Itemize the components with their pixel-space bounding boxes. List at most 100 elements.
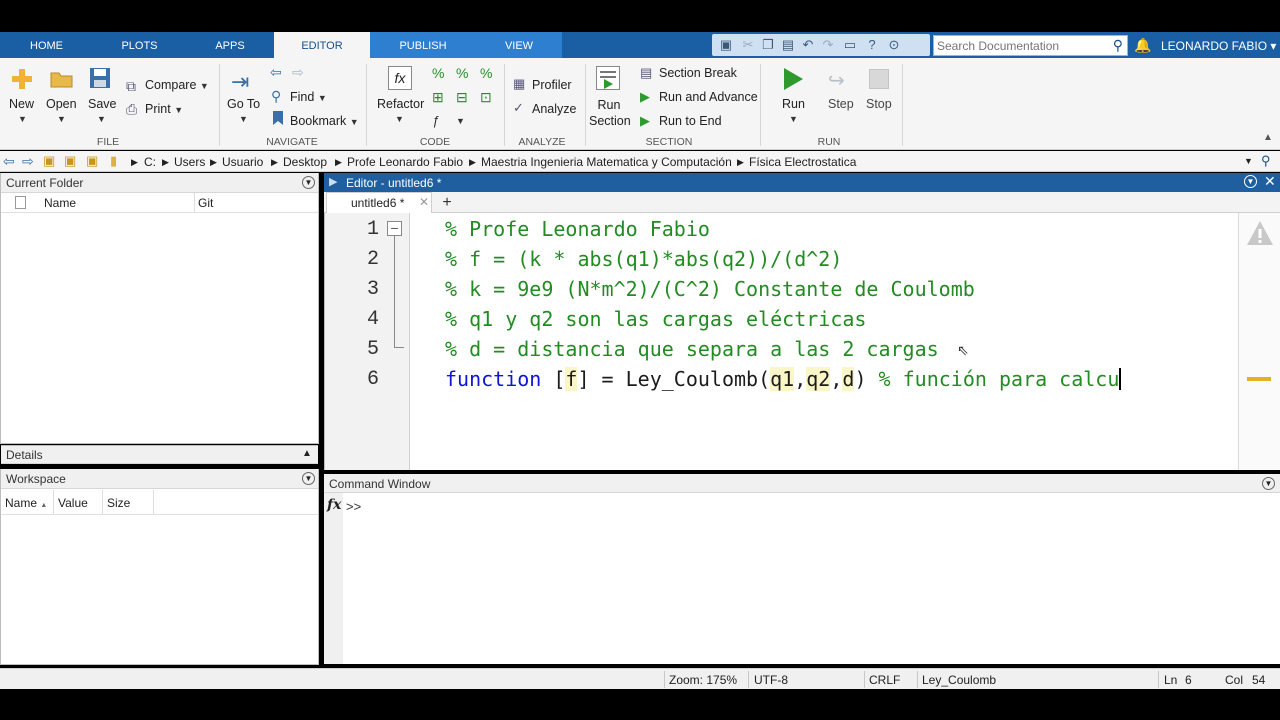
column-header-size[interactable]: Size	[107, 496, 130, 510]
warning-triangle-icon[interactable]	[1245, 219, 1275, 247]
warning-marker[interactable]	[1247, 377, 1271, 381]
column-header-value[interactable]: Value	[58, 496, 88, 510]
function-browser-fx-icon[interactable]: fx	[327, 497, 341, 513]
paste-icon[interactable]: ▤	[780, 37, 796, 53]
panel-menu-icon[interactable]: ▼	[302, 176, 315, 189]
path-segment[interactable]: C:	[144, 155, 156, 169]
chevron-down-icon[interactable]: ▼	[456, 116, 465, 126]
redo-icon[interactable]: ↷	[820, 37, 836, 53]
new-button[interactable]: New	[9, 97, 34, 111]
folder-up-icon[interactable]: ▣	[43, 153, 55, 169]
undo-icon[interactable]: ↶	[800, 37, 816, 53]
forward-arrow-icon[interactable]: ⇨	[292, 64, 304, 81]
tab-publish[interactable]: PUBLISH	[370, 32, 476, 58]
command-window-title-bar: Command Window ▼	[324, 474, 1280, 493]
options-icon[interactable]: ⊙	[886, 37, 902, 53]
path-segment[interactable]: Física Electrostatica	[749, 155, 856, 169]
command-window-area[interactable]	[324, 493, 1280, 664]
path-segment[interactable]: Profe Leonardo Fabio	[347, 155, 463, 169]
browse-folder-icon[interactable]: ▣	[86, 153, 98, 169]
close-tab-icon[interactable]: ✕	[419, 195, 429, 209]
expand-arrow-icon[interactable]: ▶	[329, 175, 337, 188]
path-segment[interactable]: Users	[174, 155, 205, 169]
column-header-git[interactable]: Git	[198, 196, 213, 210]
decrease-indent-icon[interactable]: ⊟	[456, 89, 468, 106]
user-account[interactable]: LEONARDO FABIO ▾	[1161, 39, 1276, 53]
path-segment[interactable]: Maestria Ingenieria Matematica y Computa…	[481, 155, 732, 169]
tab-editor[interactable]: EDITOR	[274, 32, 370, 58]
refactor-button[interactable]: Refactor	[377, 97, 424, 111]
open-button[interactable]: Open	[46, 97, 77, 111]
code-fold-icon[interactable]: −	[387, 221, 402, 236]
new-tab-plus-icon[interactable]: +	[436, 193, 458, 212]
help-icon[interactable]: ?	[864, 37, 880, 53]
column-divider[interactable]	[153, 490, 154, 515]
chevron-down-icon[interactable]: ▼	[57, 114, 66, 124]
back-arrow-icon[interactable]: ⇦	[270, 64, 282, 81]
find-button[interactable]: Find ▼	[290, 90, 327, 104]
stop-button[interactable]: Stop	[866, 97, 892, 111]
chevron-down-icon[interactable]: ▼	[18, 114, 27, 124]
tab-plots[interactable]: PLOTS	[93, 32, 186, 58]
forward-icon[interactable]: ⇨	[22, 153, 34, 170]
run-button[interactable]: Run	[782, 97, 805, 111]
profiler-button[interactable]: Profiler	[532, 78, 572, 92]
close-editor-icon[interactable]: ✕	[1264, 173, 1276, 190]
section-break-button[interactable]: Section Break	[659, 66, 737, 80]
tab-apps[interactable]: APPS	[186, 32, 274, 58]
save-icon[interactable]: ▣	[718, 37, 734, 53]
collapse-toolstrip-icon[interactable]: ▲	[1263, 132, 1273, 143]
expand-icon[interactable]: ▲	[302, 448, 312, 459]
bookmark-button[interactable]: Bookmark ▼	[290, 114, 359, 128]
editor-tab-untitled6[interactable]: untitled6 * ✕	[326, 192, 432, 213]
chevron-down-icon[interactable]: ▼	[395, 114, 404, 124]
uncomment-icon[interactable]: %	[456, 65, 468, 81]
insert-function-icon[interactable]: ƒ	[432, 113, 439, 128]
run-section-button[interactable]: Run Section	[589, 97, 631, 129]
compare-button[interactable]: Compare ▼	[145, 78, 209, 92]
search-icon[interactable]: ⚲	[1113, 37, 1123, 54]
editor-menu-icon[interactable]: ▼	[1244, 175, 1257, 188]
back-icon[interactable]: ⇦	[3, 153, 15, 170]
increase-indent-icon[interactable]: ⊡	[480, 89, 492, 106]
group-divider	[760, 64, 761, 146]
details-panel-title[interactable]: Details	[1, 445, 318, 464]
path-segment[interactable]: Desktop	[283, 155, 327, 169]
analyze-button[interactable]: Analyze	[532, 102, 576, 116]
chevron-down-icon[interactable]: ▼	[1244, 156, 1253, 166]
group-label-navigate: NAVIGATE	[266, 136, 318, 148]
tab-view[interactable]: VIEW	[476, 32, 562, 58]
column-header-name[interactable]: Name	[44, 196, 76, 210]
code-analyzer-bar[interactable]	[1238, 213, 1280, 470]
search-folder-icon[interactable]: ⚲	[1261, 153, 1271, 169]
column-divider[interactable]	[102, 490, 103, 515]
column-header-name[interactable]: Name ▲	[5, 496, 47, 510]
run-to-end-button[interactable]: Run to End	[659, 114, 722, 128]
column-divider[interactable]	[194, 193, 195, 213]
step-button[interactable]: Step	[828, 97, 854, 111]
run-and-advance-button[interactable]: Run and Advance	[659, 90, 758, 104]
chevron-down-icon[interactable]: ▼	[97, 114, 106, 124]
cut-icon[interactable]: ✂	[740, 37, 756, 53]
command-window-menu-icon[interactable]: ▼	[1262, 477, 1275, 490]
workspace-header-row: Name ▲ Value Size	[1, 490, 318, 515]
notification-bell-icon[interactable]: 🔔	[1134, 37, 1151, 54]
copy-icon[interactable]: ❐	[760, 37, 776, 53]
editor-title: Editor - untitled6 *	[346, 176, 442, 190]
chevron-down-icon[interactable]: ▼	[239, 114, 248, 124]
folder-open-icon[interactable]: ▣	[64, 153, 76, 169]
chevron-down-icon[interactable]: ▼	[789, 114, 798, 124]
wrap-comments-icon[interactable]: %	[480, 65, 492, 81]
smart-indent-icon[interactable]: ⊞	[432, 89, 444, 106]
switch-windows-icon[interactable]: ▭	[842, 37, 858, 53]
search-input[interactable]	[934, 36, 1104, 55]
panel-menu-icon[interactable]: ▼	[302, 472, 315, 485]
column-divider[interactable]	[53, 490, 54, 515]
goto-button[interactable]: Go To	[227, 97, 260, 111]
search-documentation[interactable]: ⚲	[933, 35, 1128, 56]
path-segment[interactable]: Usuario	[222, 155, 263, 169]
save-button[interactable]: Save	[88, 97, 117, 111]
tab-home[interactable]: HOME	[0, 32, 93, 58]
comment-percent-icon[interactable]: %	[432, 65, 444, 81]
print-button[interactable]: Print ▼	[145, 102, 183, 116]
